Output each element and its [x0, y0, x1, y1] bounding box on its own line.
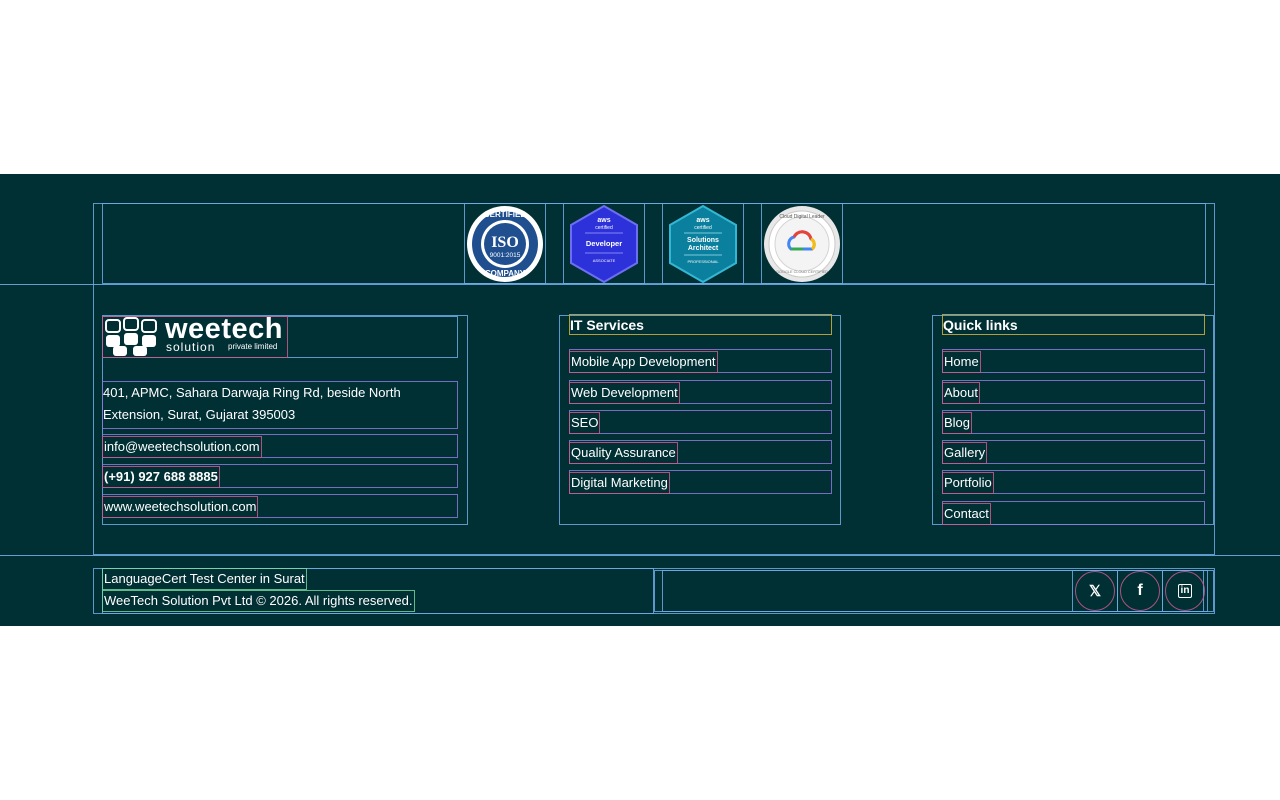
services-heading: IT Services [570, 317, 644, 333]
service-link-web-dev[interactable]: Web Development [569, 382, 680, 404]
svg-text:certified: certified [595, 225, 613, 231]
facebook-icon: f [1137, 582, 1143, 599]
svg-text:PROFESSIONAL: PROFESSIONAL [687, 259, 719, 264]
service-link-qa[interactable]: Quality Assurance [569, 442, 678, 464]
website-link[interactable]: www.weetechsolution.com [102, 496, 259, 518]
quicklink-portfolio[interactable]: Portfolio [942, 472, 994, 494]
svg-text:CERTIFIED: CERTIFIED [484, 210, 526, 219]
x-twitter-link[interactable]: 𝕏 [1075, 571, 1115, 611]
svg-text:Cloud Digital Leader: Cloud Digital Leader [779, 214, 825, 220]
divider [0, 284, 1215, 285]
google-cloud-digital-leader-badge: Cloud Digital Leader GOOGLE CLOUD CERTIF… [764, 206, 840, 282]
svg-text:9001:2015: 9001:2015 [490, 252, 521, 259]
svg-text:Solutions: Solutions [687, 237, 719, 244]
brand-sub2: private limited [228, 342, 278, 351]
weetech-logo-icon [105, 317, 157, 356]
svg-text:certified: certified [694, 225, 712, 231]
phone-link[interactable]: (+91) 927 688 8885 [102, 466, 220, 488]
facebook-link[interactable]: f [1120, 571, 1160, 611]
aws-solutions-architect-badge: aws certified Solutions Architect PROFES… [669, 205, 737, 283]
brand-sub: solution [166, 340, 216, 354]
quicklink-blog[interactable]: Blog [942, 412, 973, 434]
quicklinks-heading: Quick links [943, 317, 1018, 333]
email-link[interactable]: info@weetechsolution.com [102, 436, 262, 458]
quicklink-about[interactable]: About [942, 382, 980, 404]
languagecert-link[interactable]: LanguageCert Test Center in Surat [102, 568, 307, 590]
service-link-seo[interactable]: SEO [569, 412, 601, 434]
svg-text:COMPANY: COMPANY [485, 269, 526, 278]
svg-text:Architect: Architect [688, 245, 719, 252]
divider [0, 555, 1280, 556]
service-row [569, 410, 832, 434]
address-text: 401, APMC, Sahara Darwaja Ring Rd, besid… [103, 385, 401, 422]
svg-text:Developer: Developer [586, 239, 622, 248]
svg-text:ISO: ISO [491, 234, 519, 251]
quicklink-home[interactable]: Home [942, 351, 981, 373]
svg-text:aws: aws [597, 217, 610, 224]
x-twitter-icon: 𝕏 [1088, 583, 1102, 600]
svg-text:GOOGLE CLOUD CERTIFIED: GOOGLE CLOUD CERTIFIED [776, 270, 828, 274]
linkedin-icon: in [1177, 584, 1193, 598]
aws-developer-associate-badge: aws certified Developer ASSOCIATE [570, 205, 638, 283]
iso-certified-company-badge: CERTIFIED ISO 9001:2015 COMPANY [467, 206, 543, 282]
quicklink-row [942, 380, 1205, 404]
badges-row-guide [102, 203, 1206, 284]
service-link-digital-marketing[interactable]: Digital Marketing [569, 472, 670, 494]
quicklink-row [942, 410, 1205, 434]
svg-text:ASSOCIATE: ASSOCIATE [593, 258, 616, 263]
quicklink-contact[interactable]: Contact [942, 503, 991, 525]
service-link-mobile-app[interactable]: Mobile App Development [569, 351, 718, 373]
quicklink-gallery[interactable]: Gallery [942, 442, 988, 464]
copyright-text: WeeTech Solution Pvt Ltd © 2026. All rig… [102, 590, 415, 612]
quicklink-row [942, 349, 1205, 373]
svg-text:aws: aws [696, 217, 709, 224]
linkedin-link[interactable]: in [1165, 571, 1205, 611]
